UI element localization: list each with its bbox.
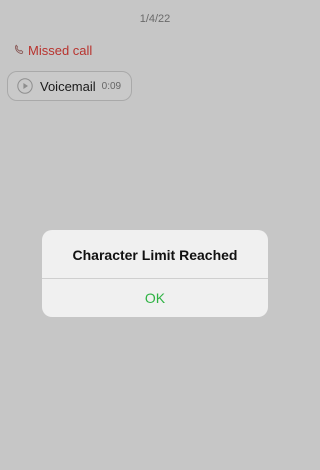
play-icon[interactable] bbox=[17, 78, 33, 94]
ok-button[interactable]: OK bbox=[42, 279, 268, 317]
character-limit-alert: Character Limit Reached OK bbox=[42, 230, 268, 317]
alert-title: Character Limit Reached bbox=[72, 247, 238, 263]
voicemail-label: Voicemail bbox=[40, 78, 96, 94]
missed-call-label: Missed call bbox=[28, 42, 93, 58]
phone-icon bbox=[14, 44, 24, 55]
voicemail-bubble[interactable]: Voicemail 0:09 bbox=[7, 71, 132, 101]
voicemail-duration: 0:09 bbox=[101, 80, 122, 92]
missed-call-row: Missed call bbox=[13, 42, 92, 58]
thread-date: 1/4/22 bbox=[139, 13, 171, 25]
